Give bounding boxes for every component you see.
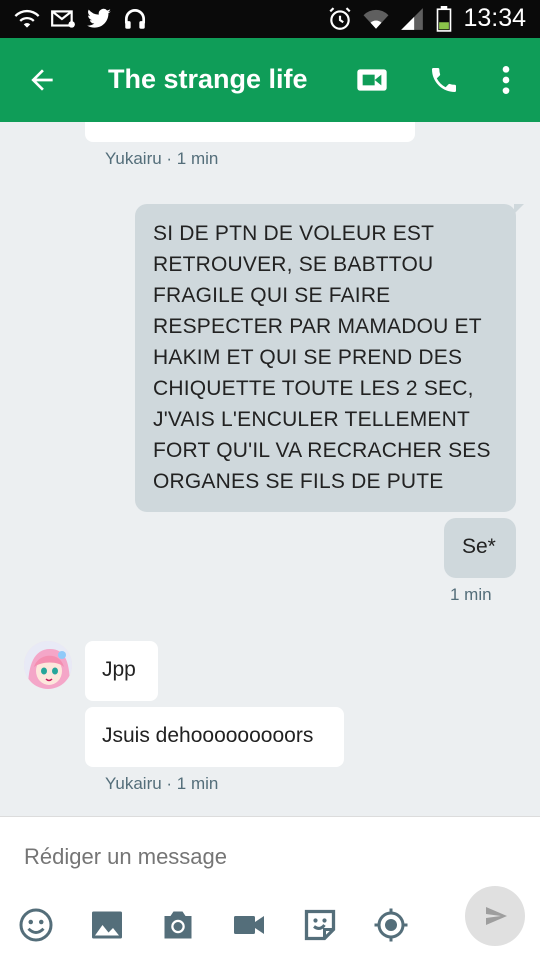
cell-signal-icon bbox=[401, 7, 424, 30]
message-meta: Yukairu · 1 min bbox=[105, 774, 219, 793]
message-meta: 1 min bbox=[450, 585, 492, 604]
message-line: RESPECTER PAR MAMADOU ET bbox=[153, 315, 482, 338]
message-line: ORGANES SE FILS DE PUTE bbox=[153, 470, 444, 493]
message-input[interactable] bbox=[24, 841, 444, 873]
video-call-icon[interactable] bbox=[356, 66, 388, 94]
avatar-image bbox=[24, 641, 72, 689]
message-list[interactable]: Yukairu · 1 min SI DE PTN DE VOLEUR EST … bbox=[0, 122, 540, 816]
headset-icon bbox=[124, 8, 146, 29]
message-line: J'VAIS L'ENCULER TELLEMENT bbox=[153, 408, 471, 431]
conversation-title[interactable]: The strange life bbox=[108, 64, 308, 95]
image-icon[interactable] bbox=[89, 907, 125, 943]
message-bubble-outgoing[interactable]: SI DE PTN DE VOLEUR EST RETROUVER, SE BA… bbox=[135, 204, 524, 512]
wifi-signal-icon bbox=[363, 9, 389, 29]
battery-icon bbox=[437, 5, 452, 32]
message-line: HAKIM ET QUI SE PREND DES bbox=[153, 346, 463, 369]
message-line: SI DE PTN DE VOLEUR EST bbox=[153, 222, 435, 245]
bubble-tail bbox=[514, 204, 524, 214]
emoji-icon[interactable] bbox=[18, 907, 54, 943]
location-icon[interactable] bbox=[373, 907, 409, 943]
send-button[interactable] bbox=[465, 886, 525, 946]
message-bubble-incoming[interactable] bbox=[85, 122, 415, 142]
message-line: CHIQUETTE TOUTE LES 2 SEC, bbox=[153, 377, 474, 400]
message-bubble-incoming[interactable]: Jsuis dehooooooooors bbox=[85, 707, 344, 767]
message-meta: Yukairu · 1 min bbox=[105, 149, 219, 168]
video-icon[interactable] bbox=[231, 907, 267, 943]
back-arrow-icon[interactable] bbox=[26, 64, 58, 96]
more-vert-icon[interactable] bbox=[494, 64, 518, 96]
app-bar: The strange life bbox=[0, 38, 540, 122]
wifi-icon bbox=[14, 9, 40, 28]
sms-icon bbox=[51, 10, 75, 28]
avatar[interactable] bbox=[24, 641, 72, 689]
composer bbox=[0, 816, 540, 960]
send-icon bbox=[486, 907, 507, 925]
message-line: FRAGILE QUI SE FAIRE bbox=[153, 284, 391, 307]
camera-icon[interactable] bbox=[160, 907, 196, 943]
message-line: FORT QU'IL VA RECRACHER SES bbox=[153, 439, 491, 462]
clock-time: 13:34 bbox=[463, 4, 526, 32]
twitter-icon bbox=[87, 8, 111, 28]
message-bubble-incoming[interactable]: Jpp bbox=[85, 641, 158, 701]
sticker-icon[interactable] bbox=[302, 907, 338, 943]
alarm-icon bbox=[329, 6, 351, 30]
status-bar: 13:34 bbox=[0, 0, 540, 38]
message-bubble-outgoing[interactable]: Se* bbox=[444, 518, 516, 578]
phone-icon[interactable] bbox=[428, 64, 460, 96]
message-line: RETROUVER, SE BABTTOU bbox=[153, 253, 434, 276]
